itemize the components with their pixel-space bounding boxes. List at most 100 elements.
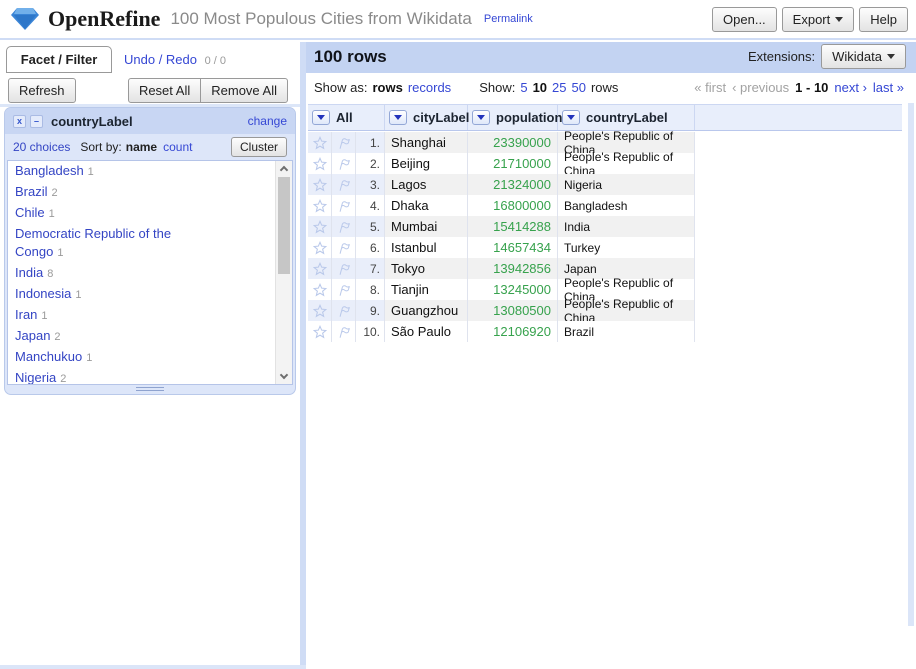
- facet-choice-manchukuo[interactable]: Manchukuo: [15, 349, 82, 364]
- flag-icon[interactable]: [332, 237, 356, 258]
- sort-by-name[interactable]: name: [126, 140, 157, 154]
- refresh-button[interactable]: Refresh: [8, 78, 76, 103]
- column-header-countrylabel: countryLabel: [558, 105, 695, 130]
- facet-close-icon[interactable]: x: [13, 115, 26, 128]
- flag-icon[interactable]: [332, 279, 356, 300]
- flag-icon[interactable]: [332, 300, 356, 321]
- table-row: 6. Istanbul 14657434 Turkey: [308, 237, 695, 258]
- facet-choice-chile[interactable]: Chile: [15, 205, 45, 220]
- table-row: 10. São Paulo 12106920 Brazil: [308, 321, 695, 342]
- cell-population: 23390000: [468, 132, 558, 153]
- star-icon[interactable]: [308, 132, 332, 153]
- scroll-up-icon[interactable]: [280, 166, 288, 174]
- wikidata-extension-button[interactable]: Wikidata: [821, 44, 906, 69]
- citylabel-column-menu-icon[interactable]: [389, 110, 407, 125]
- facet-choice-brazil[interactable]: Brazil: [15, 184, 48, 199]
- facet-choice-iran[interactable]: Iran: [15, 307, 37, 322]
- facet-choice-drc[interactable]: Democratic Republic of the Congo: [15, 226, 171, 259]
- star-icon[interactable]: [308, 279, 332, 300]
- table-row: 3. Lagos 21324000 Nigeria: [308, 174, 695, 195]
- star-icon[interactable]: [308, 258, 332, 279]
- cell-population: 21710000: [468, 153, 558, 174]
- choice-count: 1: [41, 310, 47, 322]
- flag-icon[interactable]: [332, 321, 356, 342]
- scrollbar-thumb[interactable]: [278, 177, 290, 274]
- column-header-population: population: [468, 105, 558, 130]
- help-button[interactable]: Help: [859, 7, 908, 32]
- cell-countrylabel: Bangladesh: [558, 195, 695, 216]
- project-title: 100 Most Populous Cities from Wikidata: [170, 9, 471, 29]
- facet-choice-nigeria[interactable]: Nigeria: [15, 370, 56, 385]
- sort-by-count[interactable]: count: [163, 140, 192, 154]
- pagination-previous: ‹ previous: [732, 80, 789, 95]
- show-label: Show:: [479, 80, 515, 95]
- permalink-link[interactable]: Permalink: [484, 13, 533, 25]
- export-button[interactable]: Export: [782, 7, 855, 32]
- facet-choice-india[interactable]: India: [15, 265, 43, 280]
- row-index: 5.: [356, 216, 385, 237]
- flag-icon[interactable]: [332, 195, 356, 216]
- star-icon[interactable]: [308, 195, 332, 216]
- reset-all-button[interactable]: Reset All: [128, 78, 201, 103]
- choice-count: 2: [60, 373, 66, 385]
- tab-facet-filter[interactable]: Facet / Filter: [6, 46, 112, 73]
- table-row: 4. Dhaka 16800000 Bangladesh: [308, 195, 695, 216]
- flag-icon[interactable]: [332, 132, 356, 153]
- countrylabel-column-menu-icon[interactable]: [562, 110, 580, 125]
- column-label-countrylabel: countryLabel: [586, 110, 668, 125]
- star-icon[interactable]: [308, 174, 332, 195]
- facet-resize-handle[interactable]: [136, 385, 164, 391]
- export-button-label: Export: [793, 12, 831, 27]
- column-label-citylabel: cityLabel: [413, 110, 469, 125]
- pagination-last[interactable]: last »: [873, 80, 904, 95]
- pagination-next[interactable]: next ›: [834, 80, 867, 95]
- star-icon[interactable]: [308, 216, 332, 237]
- facet-choice-indonesia[interactable]: Indonesia: [15, 286, 71, 301]
- open-button[interactable]: Open...: [712, 7, 777, 32]
- star-icon[interactable]: [308, 300, 332, 321]
- cluster-button[interactable]: Cluster: [231, 137, 287, 157]
- flag-icon[interactable]: [332, 258, 356, 279]
- facet-choice-bangladesh[interactable]: Bangladesh: [15, 163, 84, 178]
- summary-bar: 100 rows Extensions: Wikidata: [306, 42, 916, 73]
- row-index: 6.: [356, 237, 385, 258]
- facet-title: countryLabel: [51, 114, 133, 129]
- page-size-50[interactable]: 50: [572, 80, 586, 95]
- show-as-records[interactable]: records: [408, 80, 451, 95]
- scroll-down-icon[interactable]: [280, 371, 288, 379]
- population-column-menu-icon[interactable]: [472, 110, 490, 125]
- page-size-5[interactable]: 5: [520, 80, 527, 95]
- all-column-menu-icon[interactable]: [312, 110, 330, 125]
- row-index: 7.: [356, 258, 385, 279]
- flag-icon[interactable]: [332, 216, 356, 237]
- facet-change-link[interactable]: change: [248, 114, 287, 128]
- star-icon[interactable]: [308, 153, 332, 174]
- facet-choices-count: 20 choices: [13, 140, 70, 154]
- pagination-range: 1 - 10: [795, 80, 828, 95]
- cell-population: 13245000: [468, 279, 558, 300]
- list-item: Chile1: [8, 203, 203, 224]
- facet-scrollbar[interactable]: [275, 161, 292, 384]
- flag-icon[interactable]: [332, 174, 356, 195]
- row-index: 9.: [356, 300, 385, 321]
- remove-all-button[interactable]: Remove All: [200, 78, 288, 103]
- cell-citylabel: Tianjin: [385, 279, 468, 300]
- page-size-10[interactable]: 10: [533, 80, 547, 95]
- star-icon[interactable]: [308, 321, 332, 342]
- page-size-25[interactable]: 25: [552, 80, 566, 95]
- column-header-all: All: [308, 105, 385, 130]
- cell-population: 21324000: [468, 174, 558, 195]
- facet-minimize-icon[interactable]: –: [30, 115, 43, 128]
- facet-choice-japan[interactable]: Japan: [15, 328, 50, 343]
- choice-count: 1: [86, 352, 92, 364]
- panel-divider: [300, 42, 306, 669]
- rows-suffix-label: rows: [591, 80, 618, 95]
- choice-count: 2: [54, 331, 60, 343]
- cell-population: 12106920: [468, 321, 558, 342]
- show-as-rows[interactable]: rows: [372, 80, 402, 95]
- flag-icon[interactable]: [332, 153, 356, 174]
- left-panel: Facet / Filter Undo / Redo 0 / 0 Refresh…: [0, 42, 300, 669]
- openrefine-diamond-logo-icon: [10, 6, 40, 32]
- tab-undo-redo[interactable]: Undo / Redo 0 / 0: [124, 52, 226, 67]
- star-icon[interactable]: [308, 237, 332, 258]
